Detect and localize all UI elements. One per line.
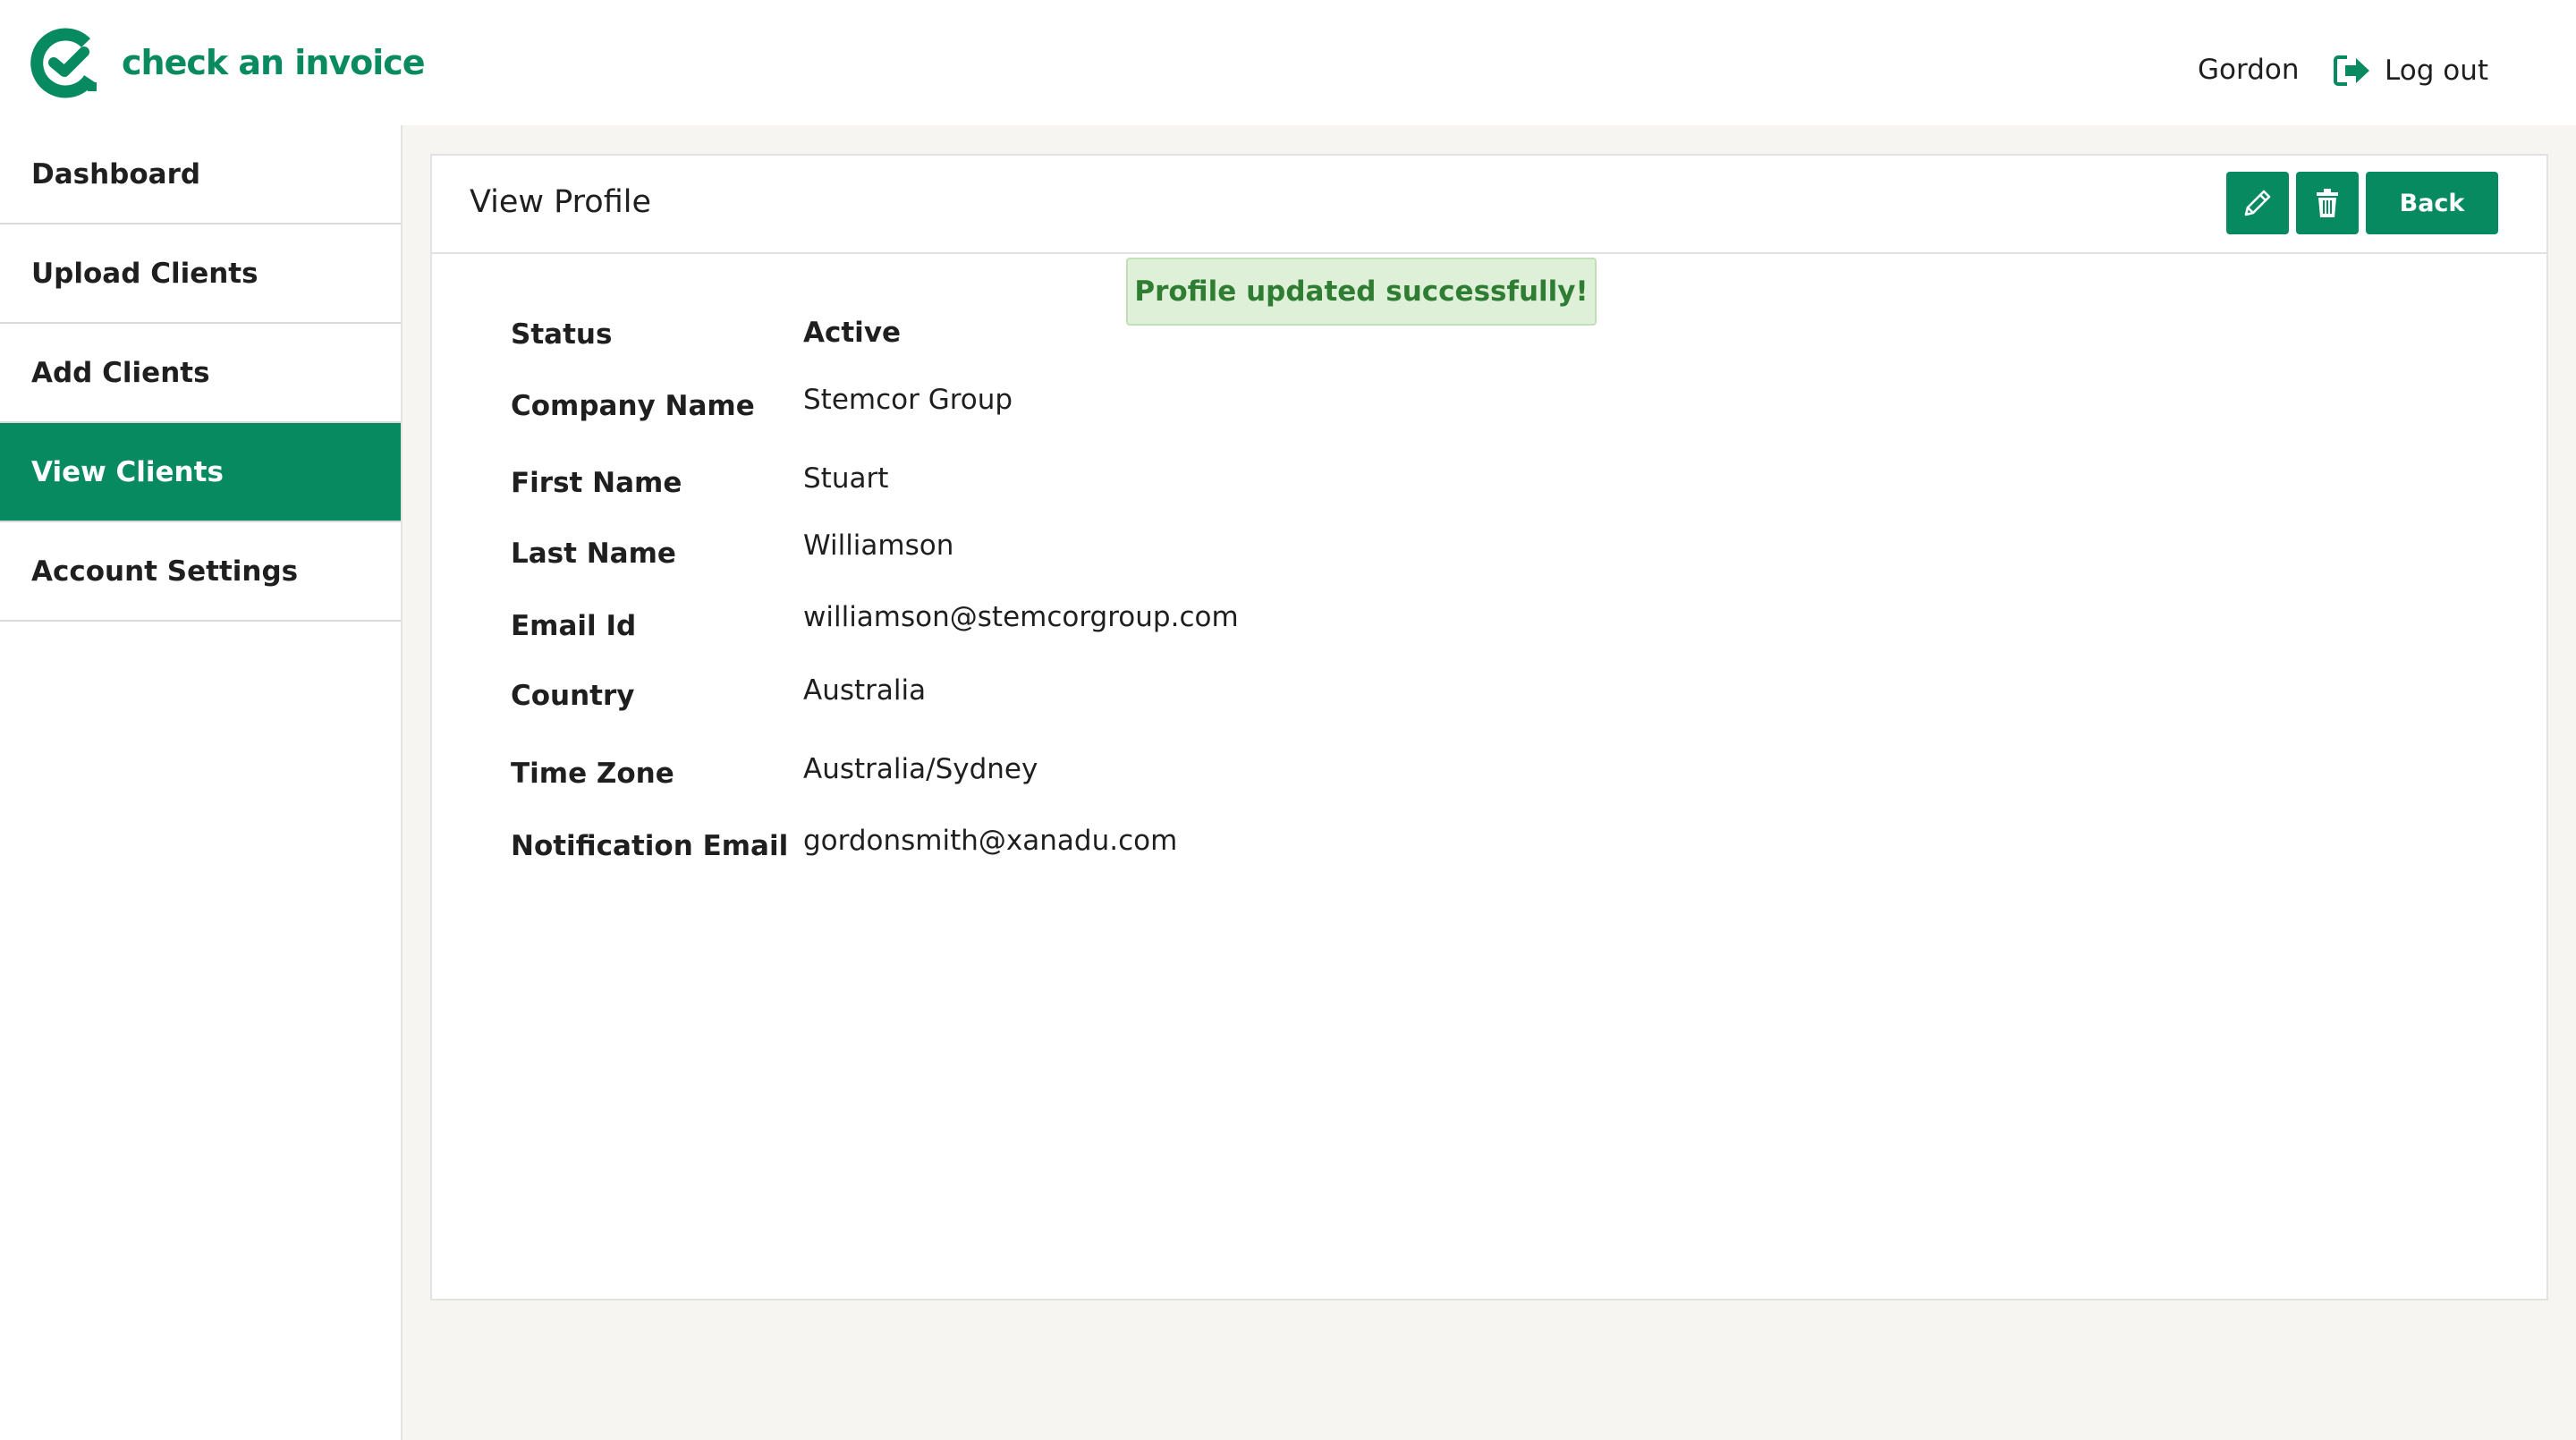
country-label: Country — [511, 680, 635, 712]
logo-text: check an invoice — [122, 43, 426, 82]
country-value: Australia — [803, 674, 927, 707]
email-id-label: Email Id — [511, 610, 637, 642]
last-name-label: Last Name — [511, 538, 676, 570]
delete-button[interactable] — [2296, 172, 2359, 234]
edit-button[interactable] — [2226, 172, 2289, 234]
sidebar-item-label: Upload Clients — [31, 257, 258, 290]
sidebar-item-label: View Clients — [31, 455, 224, 488]
first-name-value: Stuart — [803, 462, 889, 495]
notification-email-label: Notification Email — [511, 830, 789, 862]
company-name-value: Stemcor Group — [803, 384, 1013, 416]
email-id-value: williamson@stemcorgroup.com — [803, 601, 1239, 633]
pencil-icon — [2244, 190, 2271, 216]
status-value: Active — [803, 317, 902, 349]
sidebar-item-add-clients[interactable]: Add Clients — [0, 324, 401, 423]
sign-out-icon — [2334, 55, 2369, 86]
first-name-label: First Name — [511, 467, 682, 499]
company-name-label: Company Name — [511, 390, 755, 422]
logo-icon — [30, 28, 97, 98]
page-title: View Profile — [470, 184, 652, 220]
logo[interactable]: check an invoice — [30, 27, 426, 98]
time-zone-label: Time Zone — [511, 758, 674, 790]
top-header: check an invoice Gordon Log out — [0, 0, 2576, 125]
user-name: Gordon — [2198, 54, 2300, 86]
sidebar-item-label: Add Clients — [31, 356, 210, 389]
time-zone-value: Australia/Sydney — [803, 753, 1038, 785]
last-name-value: Williamson — [803, 529, 954, 562]
status-label: Status — [511, 318, 613, 351]
sidebar-item-account-settings[interactable]: Account Settings — [0, 522, 401, 622]
sidebar-item-upload-clients[interactable]: Upload Clients — [0, 224, 401, 324]
back-button[interactable]: Back — [2366, 172, 2498, 234]
logout-button[interactable]: Log out — [2333, 54, 2488, 88]
logout-label: Log out — [2385, 55, 2488, 87]
sidebar: Dashboard Upload Clients Add Clients Vie… — [0, 125, 402, 1440]
card-header: View Profile Back — [432, 156, 2546, 254]
trash-icon — [2317, 189, 2338, 217]
sidebar-item-view-clients[interactable]: View Clients — [0, 423, 401, 522]
sidebar-item-dashboard[interactable]: Dashboard — [0, 125, 401, 224]
sidebar-item-label: Dashboard — [31, 157, 201, 191]
notification-email-value: gordonsmith@xanadu.com — [803, 825, 1178, 857]
profile-card: View Profile Back Profile updated succes… — [430, 154, 2548, 1300]
sidebar-item-label: Account Settings — [31, 555, 299, 588]
success-alert: Profile updated successfully! — [1126, 258, 1597, 326]
